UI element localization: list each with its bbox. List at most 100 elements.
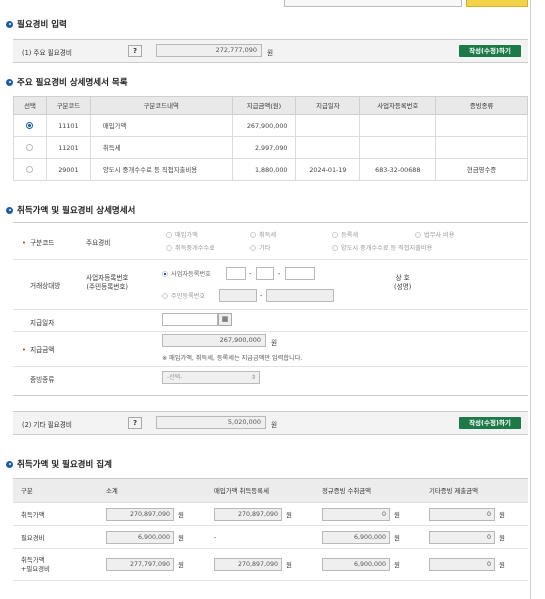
- unit: 원: [286, 510, 292, 519]
- option-label: 취득세: [259, 232, 277, 239]
- row-bizno: 683-32-00688: [359, 158, 437, 181]
- purchase-value: -: [206, 525, 314, 549]
- company-label: 상 호 (성명): [394, 274, 412, 291]
- row-desc: 취득세: [89, 136, 233, 159]
- option-radio[interactable]: [162, 270, 168, 277]
- row-select-radio[interactable]: [26, 166, 34, 173]
- proof-select[interactable]: -선택- ⇕: [162, 371, 260, 384]
- other-value: 0: [429, 530, 495, 544]
- table-row[interactable]: 29001 양도시 중개수수료 등 직접지출비용 1,880,000 2024-…: [13, 158, 528, 181]
- dash: -: [260, 292, 263, 300]
- bizno-field-3[interactable]: [285, 267, 315, 280]
- row-amount: 2,997,090: [231, 136, 297, 159]
- bizno-field-2[interactable]: [256, 267, 274, 280]
- section-title-detail-list: 주요 필요경비 상세명세서 목록: [6, 76, 128, 88]
- option-purchase[interactable]: 매입가액: [166, 230, 198, 239]
- option-reg-tax[interactable]: 등록세: [332, 230, 358, 239]
- section-title-detail-form: 취득가액 및 필요경비 상세명세서: [6, 204, 135, 216]
- col-header: 정규증빙 수취금액: [314, 478, 421, 503]
- col-header: 기타증빙 제출금액: [421, 478, 528, 503]
- category-label: • 구분코드: [22, 239, 55, 247]
- resno-field-1[interactable]: [219, 289, 257, 302]
- subtotal-value: 6,900,000: [106, 530, 174, 544]
- option-radio[interactable]: [166, 244, 172, 251]
- unit: 원: [394, 533, 400, 542]
- option-radio[interactable]: [162, 292, 168, 299]
- unit: 원: [178, 533, 184, 542]
- category-sub-label: 주요경비: [86, 239, 111, 247]
- other-expense-edit-button[interactable]: 작성(수정)하기: [459, 417, 521, 429]
- row-date: [295, 136, 361, 159]
- amount-input[interactable]: 267,900,000: [162, 334, 266, 347]
- amount-note: ※ 매입가액, 취득세, 등록세는 지급금액만 입력합니다.: [162, 355, 303, 362]
- row-label: 취득가액 +필요경비: [13, 548, 98, 581]
- summary-header: 구분 소계 매입가액 취득등록세 정규증빙 수취금액 기타증빙 제출금액: [13, 478, 528, 503]
- top-button-partial[interactable]: [284, 0, 462, 7]
- option-radio[interactable]: [250, 244, 256, 251]
- unit: 원: [499, 533, 505, 542]
- col-header: 증빙종류: [435, 96, 528, 115]
- option-label: 기타: [259, 245, 271, 252]
- date-label: 지급일자: [30, 319, 55, 327]
- main-expense-help-button[interactable]: ?: [128, 45, 142, 57]
- party-label: 거래상대방: [30, 282, 61, 290]
- resno-field-2[interactable]: [266, 289, 334, 302]
- option-radio[interactable]: [166, 231, 172, 238]
- col-header: 지급일자: [295, 96, 361, 115]
- form-divider: [13, 309, 528, 310]
- table-row: 필요경비 6,900,000 원 - 6,900,000 원 0원: [13, 525, 528, 549]
- proof-label: 증빙종류: [30, 376, 55, 384]
- main-expense-value: 272,777,090: [156, 44, 262, 57]
- bizno-label: 사업자등록번호 (주민등록번호): [86, 274, 129, 291]
- option-acq-brokerage[interactable]: 취득중개수수료: [166, 243, 215, 252]
- table-row[interactable]: 11101 매입가액 267,900,000: [13, 114, 528, 137]
- col-header: 구분코드내역: [89, 96, 233, 115]
- table-row: 취득가액 270,897,090 원 270,897,090 원 0원 0원: [13, 502, 528, 526]
- dash: -: [249, 270, 252, 278]
- calendar-icon[interactable]: ▦: [218, 313, 232, 326]
- option-radio[interactable]: [332, 244, 338, 251]
- row-desc: 매입가액: [89, 114, 233, 137]
- section-title-text: 취득가액 및 필요경비 상세명세서: [17, 206, 136, 216]
- section-bullet-icon: [6, 20, 13, 28]
- top-button-yellow-partial[interactable]: [466, 0, 528, 7]
- option-label: 등록세: [341, 232, 359, 239]
- unit: 원: [178, 510, 184, 519]
- option-resno[interactable]: 주민등록번호: [162, 291, 205, 300]
- row-date: [295, 114, 361, 137]
- row-select-radio[interactable]: [26, 144, 34, 151]
- amount-label: • 지급금액: [22, 346, 55, 354]
- regular-value: 6,900,000: [322, 530, 390, 544]
- row-code: 29001: [45, 158, 91, 181]
- col-header: 선택: [13, 96, 47, 115]
- section-title-summary: 취득가액 및 필요경비 집계: [6, 458, 112, 470]
- option-bizno[interactable]: 사업자등록번호: [162, 269, 211, 278]
- category-label-text: 구분코드: [30, 239, 55, 247]
- form-divider: [13, 331, 528, 332]
- bizno-field-1[interactable]: [226, 267, 246, 280]
- col-header: 매입가액 취득등록세: [206, 478, 314, 503]
- option-acq-tax[interactable]: 취득세: [250, 230, 276, 239]
- row-label: 취득가액: [13, 502, 98, 526]
- date-input[interactable]: [162, 313, 218, 326]
- other-expense-help-button[interactable]: ?: [128, 417, 142, 429]
- option-radio[interactable]: [332, 231, 338, 238]
- option-legal-fee[interactable]: 법무사 비용: [415, 230, 454, 239]
- option-other[interactable]: 기타: [250, 243, 270, 252]
- other-expense-value: 5,020,000: [156, 416, 266, 429]
- regular-value: 6,900,000: [322, 558, 390, 571]
- main-expense-edit-button[interactable]: 작성(수정)하기: [459, 45, 521, 57]
- other-expense-unit: 원: [271, 421, 278, 429]
- row-select-radio[interactable]: [26, 122, 34, 129]
- unit: 원: [286, 561, 292, 569]
- option-transfer-brokerage[interactable]: 양도시 중개수수료 등 직접지출비용: [332, 243, 432, 252]
- option-radio[interactable]: [415, 231, 421, 238]
- col-header: 지급금액(원): [231, 96, 297, 115]
- option-radio[interactable]: [250, 231, 256, 238]
- option-label: 취득중개수수료: [175, 245, 215, 252]
- table-row[interactable]: 11201 취득세 2,997,090: [13, 136, 528, 159]
- detail-list-table: 선택 구분코드 구분코드내역 지급금액(원) 지급일자 사업자등록번호 증빙종류…: [13, 96, 528, 181]
- unit: 원: [499, 510, 505, 519]
- summary-table: 구분 소계 매입가액 취득등록세 정규증빙 수취금액 기타증빙 제출금액 취득가…: [13, 478, 528, 581]
- option-label: 법무사 비용: [424, 232, 455, 239]
